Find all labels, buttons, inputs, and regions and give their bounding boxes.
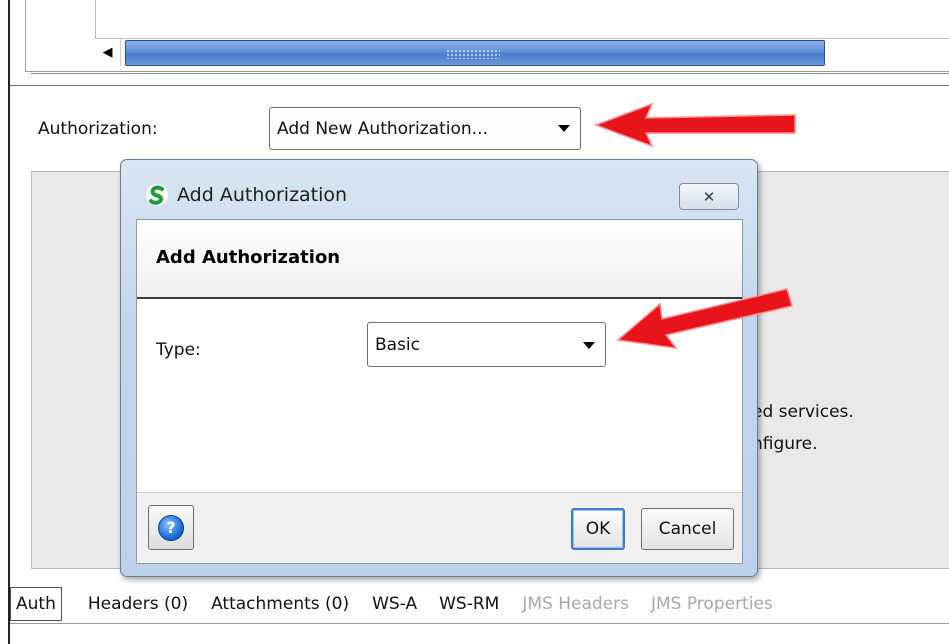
cancel-button[interactable]: Cancel — [641, 508, 734, 550]
dialog-body: Add Authorization Type: Basic ? OK Cance… — [136, 219, 743, 564]
divider — [31, 73, 949, 74]
tab-auth[interactable]: Auth — [10, 587, 62, 621]
tab-headers[interactable]: Headers (0) — [88, 588, 188, 620]
dialog-title: Add Authorization — [177, 184, 348, 206]
dialog-footer: ? OK Cancel — [137, 492, 742, 563]
tab-ws-rm[interactable]: WS-RM — [439, 588, 499, 620]
scrollbar-thumb[interactable] — [125, 40, 825, 66]
authorization-select[interactable]: Add New Authorization... — [269, 107, 581, 150]
soapui-logo-icon — [146, 184, 168, 206]
chevron-down-icon — [583, 342, 595, 349]
top-content-area — [95, 0, 949, 38]
background-text-line: ed services. — [752, 402, 854, 422]
tab-bar: Auth Headers (0) Attachments (0) WS-A WS… — [10, 585, 949, 623]
tab-bar-underline — [10, 623, 949, 624]
grip-icon — [446, 49, 500, 59]
tab-ws-a[interactable]: WS-A — [372, 588, 417, 620]
chevron-down-icon — [558, 125, 570, 132]
authorization-label: Authorization: — [38, 119, 158, 139]
tab-jms-properties: JMS Properties — [650, 594, 773, 614]
type-select-value: Basic — [375, 334, 421, 355]
divider — [10, 85, 949, 86]
close-button[interactable]: ✕ — [679, 183, 739, 210]
background-text-line: nfigure. — [752, 434, 818, 454]
authorization-select-value: Add New Authorization... — [277, 118, 488, 139]
close-icon: ✕ — [702, 187, 716, 206]
tab-attachments[interactable]: Attachments (0) — [211, 588, 349, 620]
tab-jms-headers: JMS Headers — [522, 594, 629, 614]
annotation-arrow-icon — [616, 288, 793, 349]
help-button[interactable]: ? — [148, 505, 194, 550]
dialog-header-title: Add Authorization — [156, 247, 341, 268]
ok-button[interactable]: OK — [571, 508, 625, 550]
horizontal-scrollbar[interactable]: ◀ — [95, 38, 949, 66]
annotation-arrow-icon — [593, 102, 796, 148]
add-authorization-dialog: Add Authorization ✕ Add Authorization Ty… — [120, 159, 758, 577]
arrow-left-icon[interactable]: ◀ — [95, 39, 121, 66]
type-label: Type: — [156, 340, 201, 360]
help-icon: ? — [158, 514, 184, 541]
type-select[interactable]: Basic — [367, 322, 606, 367]
